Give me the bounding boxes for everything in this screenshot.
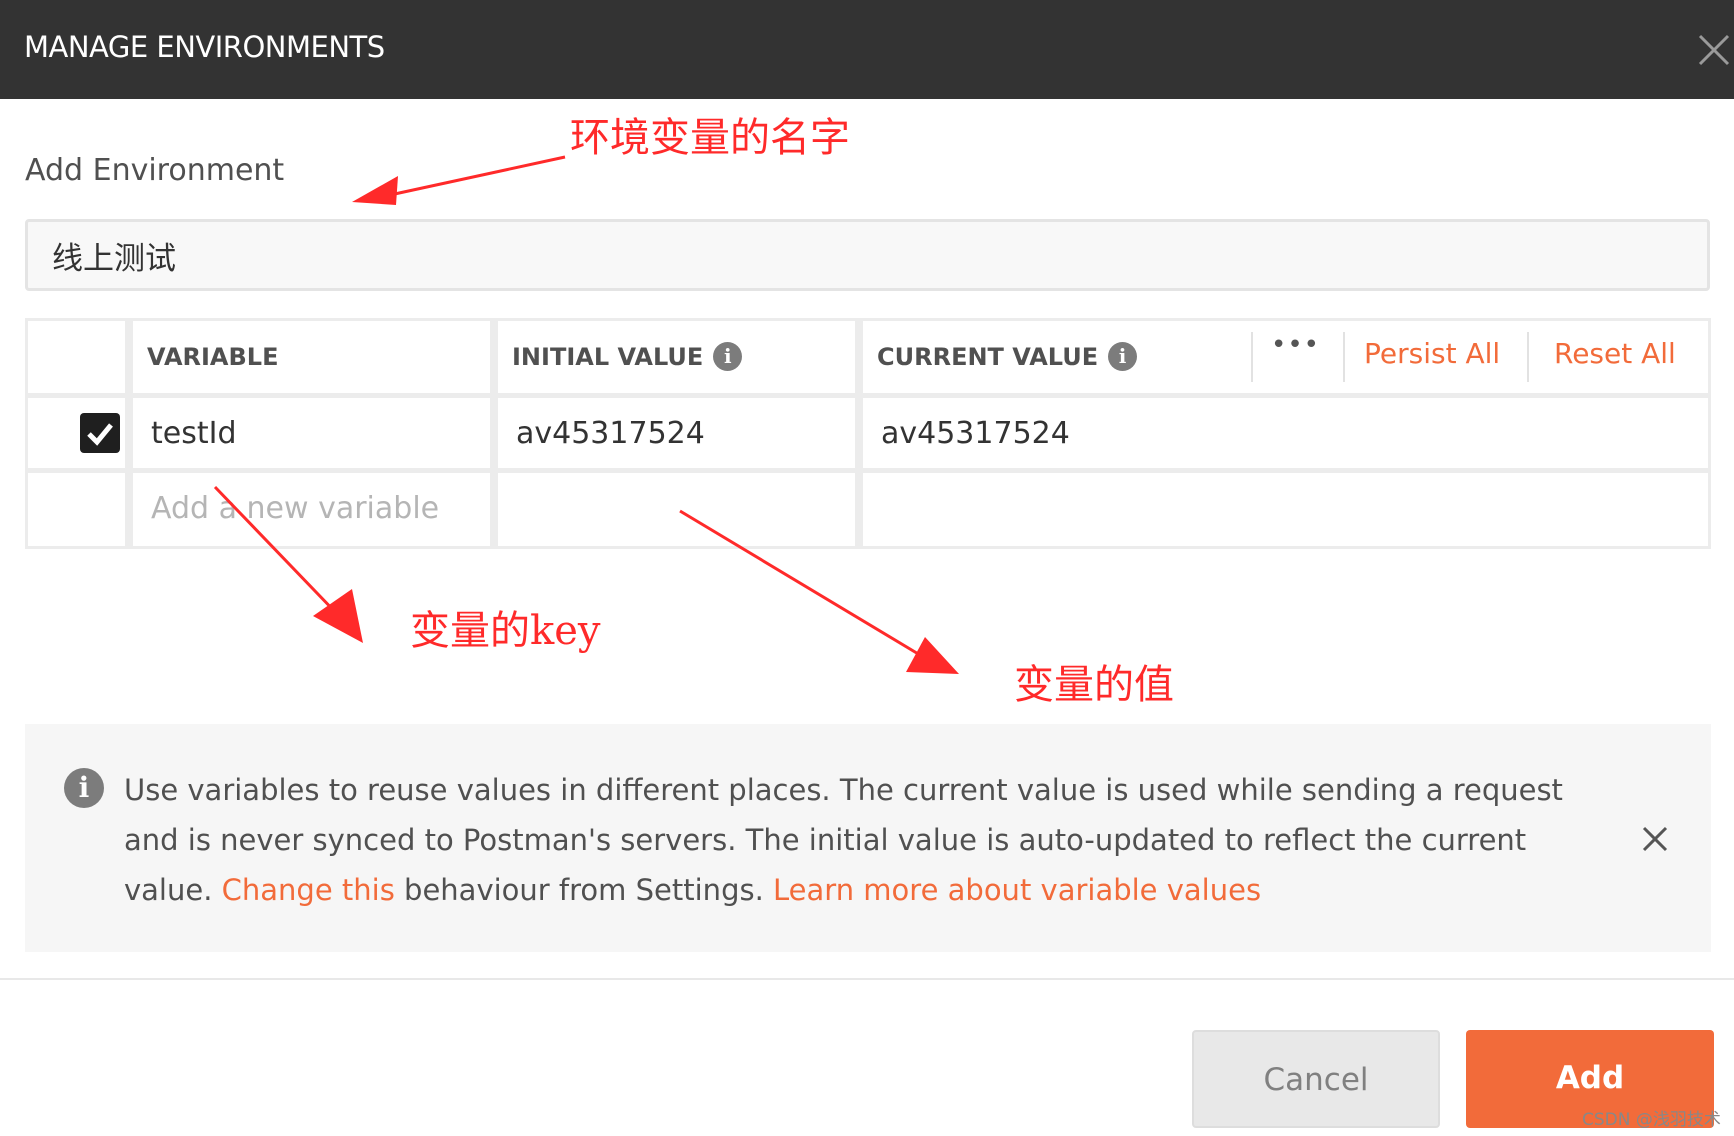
learn-more-link[interactable]: Learn more about variable values [773, 873, 1261, 907]
dialog-title: MANAGE ENVIRONMENTS [24, 30, 385, 64]
arrow-head [313, 589, 363, 643]
header-divider [1343, 332, 1345, 382]
row-checkbox-cell [28, 398, 125, 468]
info-icon[interactable]: i [713, 341, 743, 371]
initial-value-cell[interactable]: av45317524 [498, 398, 855, 468]
new-current-value-input[interactable] [863, 473, 1708, 546]
header-current-value-label: CURRENT VALUE [877, 343, 1099, 371]
current-value-cell[interactable]: av45317524 [863, 398, 1708, 468]
row-enabled-checkbox[interactable] [80, 413, 120, 453]
persist-all-button[interactable]: Persist All [1364, 337, 1500, 370]
footer-divider [0, 978, 1734, 980]
close-icon[interactable] [1696, 32, 1732, 68]
reset-all-button[interactable]: Reset All [1554, 337, 1676, 370]
new-initial-value-input[interactable] [498, 473, 855, 546]
environment-name-input[interactable] [25, 219, 1710, 291]
watermark: CSDN @浅羽技术 [1582, 1110, 1721, 1130]
info-banner-message-end: behaviour from Settings. [404, 873, 764, 907]
header-variable: VARIABLE [133, 321, 490, 393]
new-variable-input[interactable]: Add a new variable [133, 473, 490, 546]
arrow-head [906, 637, 959, 674]
cancel-button[interactable]: Cancel [1192, 1030, 1440, 1128]
info-banner-text: Use variables to reuse values in differe… [124, 765, 1604, 915]
annotation-env-name: 环境变量的名字 [570, 115, 850, 161]
annotation-variable-value: 变量的值 [1014, 662, 1174, 708]
variables-table: VARIABLE INITIAL VALUE i CURRENT VALUE i •… [25, 318, 1711, 549]
header-divider [1251, 332, 1253, 382]
arrow-head [352, 176, 398, 205]
header-divider [1527, 332, 1529, 382]
new-row-checkbox-cell [28, 473, 125, 546]
add-environment-label: Add Environment [25, 153, 285, 188]
header-initial-value-label: INITIAL VALUE [512, 343, 704, 371]
info-icon: i [64, 768, 104, 808]
change-settings-link[interactable]: Change this [222, 873, 395, 907]
variable-key-cell[interactable]: testId [133, 398, 490, 468]
more-options-icon[interactable]: ••• [1271, 330, 1320, 360]
info-icon[interactable]: i [1108, 341, 1138, 371]
dismiss-banner-icon[interactable] [1640, 824, 1670, 854]
check-icon [87, 423, 113, 446]
annotation-variable-key: 变量的key [410, 608, 601, 654]
header-checkbox-cell [28, 321, 125, 393]
header-initial-value: INITIAL VALUE i [498, 321, 855, 393]
